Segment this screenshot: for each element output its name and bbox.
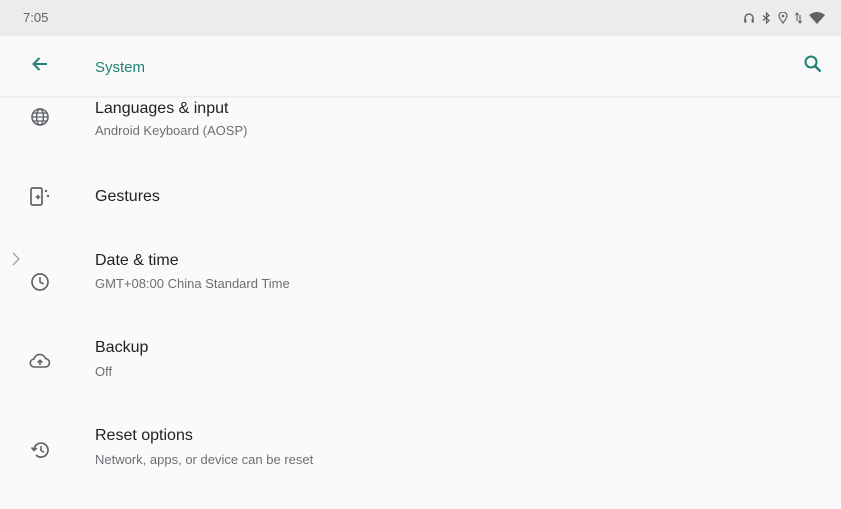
arrow-back-icon (30, 54, 50, 79)
item-title: Date & time (95, 252, 179, 269)
search-button[interactable] (799, 52, 827, 80)
clock-icon (27, 269, 53, 295)
item-summary: GMT+08:00 China Standard Time (95, 276, 290, 291)
page-title: System (95, 59, 146, 76)
app-bar: System (0, 36, 841, 96)
location-icon (778, 11, 788, 29)
cloud-upload-icon (27, 348, 53, 374)
headset-icon (743, 11, 755, 29)
restore-icon (27, 437, 53, 463)
list-item-reset-options[interactable]: Reset options Network, apps, or device c… (0, 425, 841, 509)
item-title: Reset options (95, 427, 193, 444)
data-arrows-icon (795, 11, 802, 29)
item-summary: Android Keyboard (AOSP) (95, 123, 248, 138)
globe-icon (27, 104, 53, 130)
status-icons (743, 11, 825, 29)
list-item-backup[interactable]: Backup Off (0, 337, 841, 421)
wifi-icon (809, 11, 825, 29)
item-summary: Off (95, 364, 113, 379)
item-title: Languages & input (95, 100, 229, 117)
back-button[interactable] (26, 52, 54, 80)
item-title: Gestures (95, 188, 160, 205)
item-title: Backup (95, 339, 149, 356)
status-bar: 7:05 (0, 0, 841, 36)
list-item-gestures[interactable]: Gestures (0, 156, 841, 240)
bluetooth-icon (762, 11, 771, 29)
search-icon (803, 54, 823, 79)
status-time: 7:05 (23, 10, 49, 25)
gestures-phone-icon (27, 183, 53, 209)
item-summary: Network, apps, or device can be reset (95, 452, 314, 467)
list-item-date-time[interactable]: Date & time GMT+08:00 China Standard Tim… (0, 248, 841, 332)
